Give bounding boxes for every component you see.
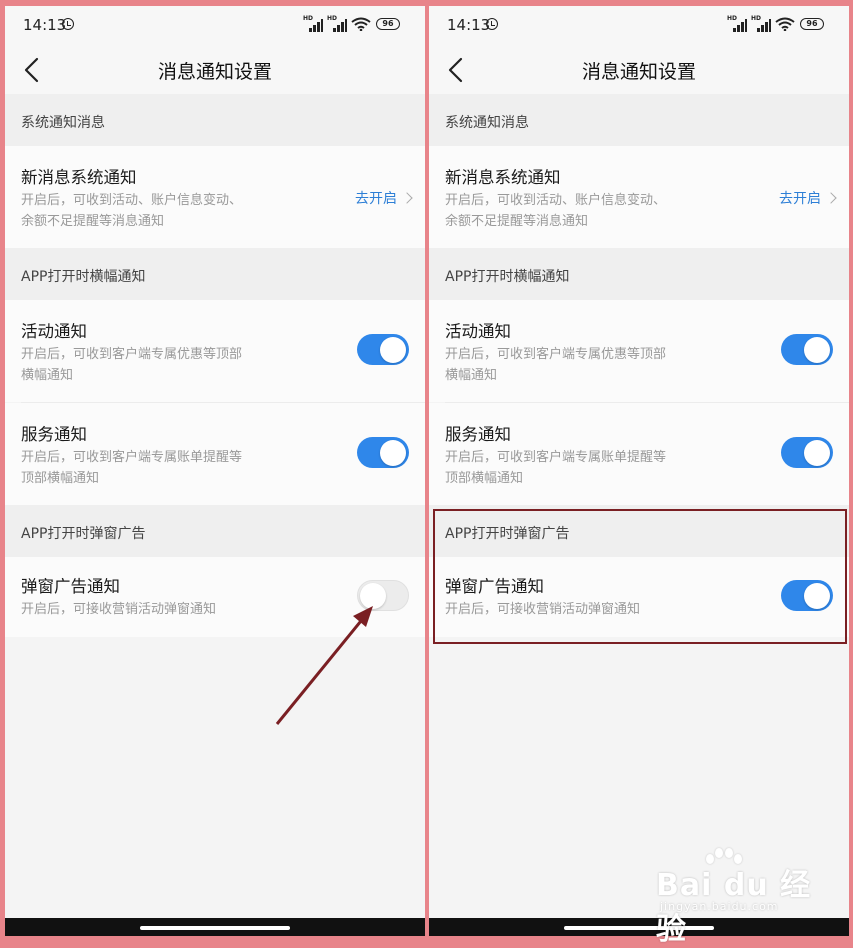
row-description: 开启后，可收到客户端专属优惠等顶部 横幅通知 [21, 347, 243, 383]
chevron-right-icon [401, 192, 413, 204]
row-new-message-system-notification[interactable]: 新消息系统通知 开启后，可收到活动、账户信息变动、 余额不足提醒等消息通知 去开… [429, 146, 849, 248]
hd-label: HD [751, 15, 762, 22]
section-header-label: 系统通知消息 [445, 115, 529, 131]
alarm-icon [486, 18, 498, 30]
wifi-icon [775, 17, 795, 31]
status-time: 14:13 [447, 16, 491, 34]
status-bar: 14:13 HD HD 96 [429, 6, 849, 46]
battery-icon: 96 [376, 18, 400, 30]
row-description: 开启后，可收到活动、账户信息变动、 余额不足提醒等消息通知 [445, 193, 667, 229]
row-title: 服务通知 [21, 425, 87, 444]
home-indicator[interactable] [140, 926, 290, 930]
popup-ad-notification-toggle[interactable] [357, 580, 409, 611]
section-header-label: APP打开时横幅通知 [445, 269, 570, 285]
signal-icon: HD [303, 15, 323, 32]
chevron-right-icon [825, 192, 837, 204]
row-title: 新消息系统通知 [445, 168, 561, 187]
battery-icon: 96 [800, 18, 824, 30]
go-enable-link[interactable]: 去开启 [355, 188, 413, 208]
nav-bar: 消息通知设置 [5, 46, 425, 94]
row-popup-ad-notification: 弹窗广告通知 开启后，可接收营销活动弹窗通知 [5, 557, 425, 637]
section-header-banner: APP打开时横幅通知 [5, 248, 425, 300]
service-notification-toggle[interactable] [781, 437, 833, 468]
status-time: 14:13 [23, 16, 67, 34]
section-header-system: 系统通知消息 [429, 94, 849, 146]
watermark-url: jingyan.baidu.com [660, 900, 779, 913]
row-description: 开启后，可收到活动、账户信息变动、 余额不足提醒等消息通知 [21, 193, 243, 229]
section-header-banner: APP打开时横幅通知 [429, 248, 849, 300]
hd-label: HD [727, 15, 738, 22]
section-header-system: 系统通知消息 [5, 94, 425, 146]
service-notification-toggle[interactable] [357, 437, 409, 468]
row-new-message-system-notification[interactable]: 新消息系统通知 开启后，可收到活动、账户信息变动、 余额不足提醒等消息通知 去开… [5, 146, 425, 248]
signal-icon: HD [727, 15, 747, 32]
row-activity-notification: 活动通知 开启后，可收到客户端专属优惠等顶部 横幅通知 [5, 300, 425, 402]
section-header-label: APP打开时横幅通知 [21, 269, 146, 285]
row-title: 服务通知 [445, 425, 511, 444]
row-title: 弹窗广告通知 [21, 577, 120, 596]
wifi-icon [351, 17, 371, 31]
row-title: 新消息系统通知 [21, 168, 137, 187]
hd-label: HD [303, 15, 314, 22]
baidu-jingyan-watermark: Bai du 经验 jingyan.baidu.com [652, 848, 842, 947]
section-header-popup: APP打开时弹窗广告 [5, 505, 425, 557]
system-bottom-bar [5, 918, 425, 936]
row-description: 开启后，可收到客户端专属优惠等顶部 横幅通知 [445, 347, 667, 383]
signal-icon: HD [327, 15, 347, 32]
row-service-notification: 服务通知 开启后，可收到客户端专属账单提醒等 顶部横幅通知 [429, 403, 849, 505]
signal-icon: HD [751, 15, 771, 32]
alarm-icon [62, 18, 74, 30]
row-description: 开启后，可收到客户端专属账单提醒等 顶部横幅通知 [445, 450, 667, 486]
go-enable-link[interactable]: 去开启 [779, 188, 837, 208]
section-header-label: 系统通知消息 [21, 115, 105, 131]
highlight-box [433, 509, 847, 644]
activity-notification-toggle[interactable] [781, 334, 833, 365]
hd-label: HD [327, 15, 338, 22]
phone-screen-right: 14:13 HD HD 96 消息通知设置 系统通知消息 新消息系统通知 开启后… [429, 6, 849, 936]
row-activity-notification: 活动通知 开启后，可收到客户端专属优惠等顶部 横幅通知 [429, 300, 849, 402]
row-title: 活动通知 [445, 322, 511, 341]
section-header-label: APP打开时弹窗广告 [21, 526, 146, 542]
row-description: 开启后，可收到客户端专属账单提醒等 顶部横幅通知 [21, 450, 243, 486]
nav-bar: 消息通知设置 [429, 46, 849, 94]
row-title: 活动通知 [21, 322, 87, 341]
row-description: 开启后，可接收营销活动弹窗通知 [21, 602, 217, 617]
phone-screen-left: 14:13 HD HD 96 消息通知设置 系统通知消息 新消息系统通知 开启后… [5, 6, 425, 936]
status-bar: 14:13 HD HD 96 [5, 6, 425, 46]
page-title: 消息通知设置 [157, 61, 272, 83]
row-service-notification: 服务通知 开启后，可收到客户端专属账单提醒等 顶部横幅通知 [5, 403, 425, 505]
activity-notification-toggle[interactable] [357, 334, 409, 365]
page-title: 消息通知设置 [581, 61, 696, 83]
